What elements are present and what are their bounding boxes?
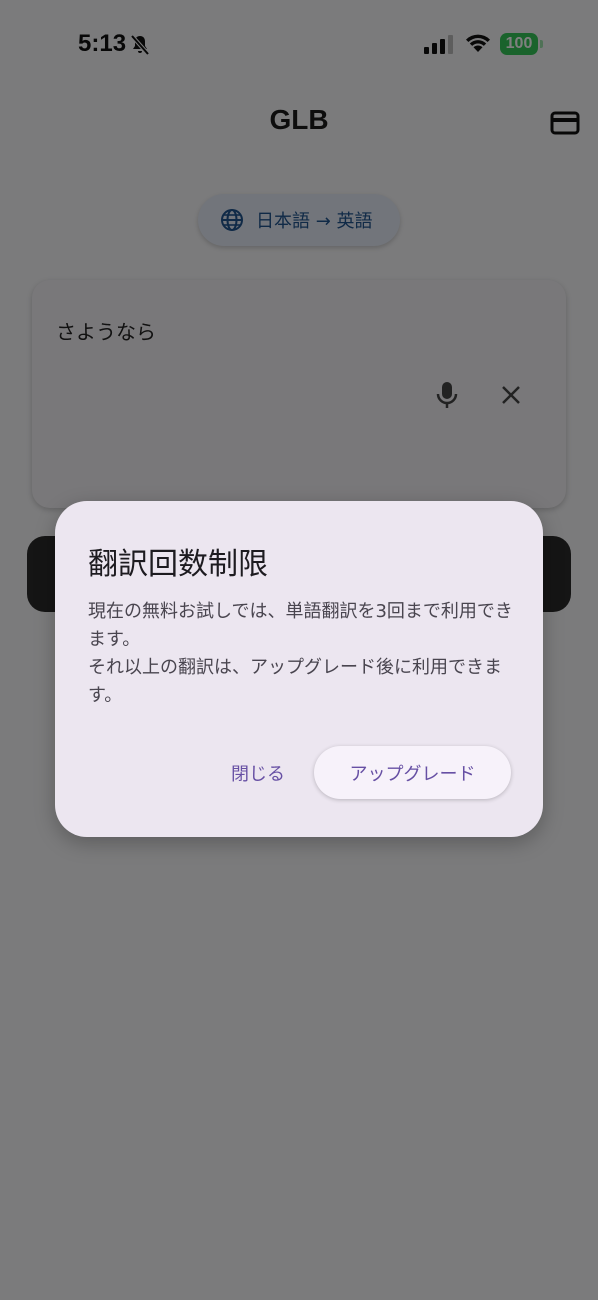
dialog-body-line-2: それ以上の翻訳は、アップグレード後に利用できます。 [88,657,502,706]
close-button[interactable]: 閉じる [218,747,298,799]
dialog-body-line-1: 現在の無料お試しでは、単語翻訳を3回まで利用できます。 [88,601,513,650]
dialog-body: 現在の無料お試しでは、単語翻訳を3回まで利用できます。 それ以上の翻訳は、アップ… [88,598,518,710]
translation-limit-dialog: 翻訳回数制限 現在の無料お試しでは、単語翻訳を3回まで利用できます。 それ以上の… [55,501,543,837]
dialog-title: 翻訳回数制限 [88,547,268,582]
upgrade-button[interactable]: アップグレード [314,746,511,799]
